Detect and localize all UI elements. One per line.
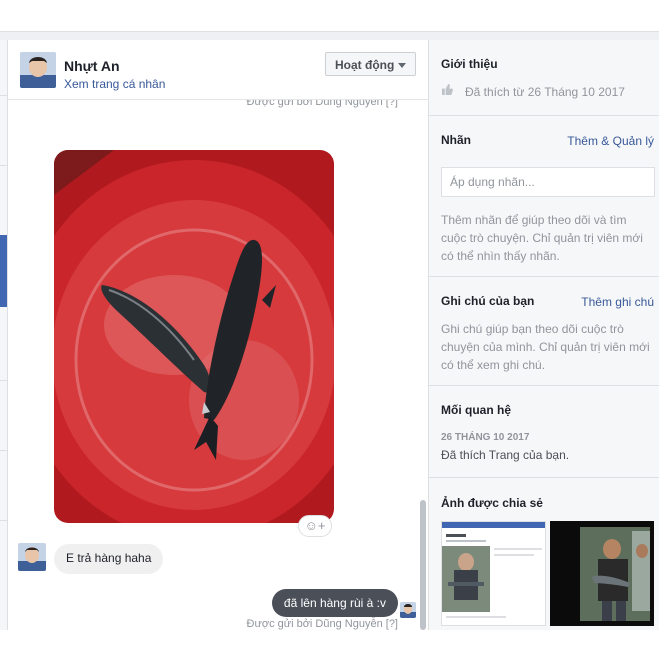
shared-photos-title: Ảnh được chia sẻ <box>441 496 543 510</box>
rail-divider <box>0 450 8 451</box>
view-profile-link[interactable]: Xem trang cá nhân <box>64 77 165 91</box>
apply-label-input[interactable] <box>441 167 655 197</box>
info-sidebar: Giới thiệu Đã thích từ 26 Tháng 10 2017 … <box>428 40 659 630</box>
rail-divider <box>0 380 8 381</box>
rail-divider <box>0 95 8 96</box>
relationship-title: Mối quan hệ <box>441 403 511 417</box>
sent-by-label: Được gửi bởi Dũng Nguyễn [?] <box>246 618 398 630</box>
bottom-area <box>0 630 659 659</box>
incoming-message-bubble[interactable]: E trả hàng haha <box>54 544 164 574</box>
intro-section: Giới thiệu Đã thích từ 26 Tháng 10 2017 <box>429 40 659 116</box>
add-note-link[interactable]: Thêm ghi chú <box>581 295 654 309</box>
conversation-panel: Được gửi bởi Dũng Nguyễn [?] ☺+ E trả hà… <box>8 40 428 630</box>
contact-avatar[interactable] <box>20 52 56 88</box>
notes-help-text: Ghi chú giúp bạn theo dõi cuộc trò chuyệ… <box>441 322 650 372</box>
avatar-image <box>18 543 46 571</box>
active-conversation-indicator <box>0 235 7 307</box>
screenshot-thumbnail-image <box>442 522 545 625</box>
intro-title: Giới thiệu <box>441 57 498 71</box>
avatar-image <box>20 52 56 88</box>
chat-scrollbar[interactable] <box>418 100 428 630</box>
conversation-list-rail[interactable] <box>0 40 8 630</box>
add-manage-labels-link[interactable]: Thêm & Quản lý <box>567 134 654 148</box>
status-dropdown[interactable]: Hoạt động <box>325 52 416 76</box>
relationship-text: Đã thích Trang của bạn. <box>441 448 570 462</box>
shared-photo-thumbnail[interactable] <box>441 521 546 626</box>
notes-title: Ghi chú của bạn <box>441 294 535 308</box>
shared-photo-fish[interactable] <box>54 150 334 523</box>
notes-section: Ghi chú của bạn Thêm ghi chú Ghi chú giú… <box>429 277 659 386</box>
liked-since-text: Đã thích từ 26 Tháng 10 2017 <box>465 85 625 99</box>
chevron-down-icon <box>398 63 406 68</box>
labels-help-text: Thêm nhãn để giúp theo dõi và tìm cuộc t… <box>441 213 643 263</box>
shared-photo-thumbnail[interactable] <box>550 521 654 626</box>
rail-divider <box>0 520 8 521</box>
outgoing-message-bubble[interactable]: đã lên hàng rùi à :v <box>271 589 398 617</box>
labels-title: Nhãn <box>441 133 471 147</box>
top-bar <box>0 0 659 32</box>
contact-name[interactable]: Nhựt An <box>64 58 120 74</box>
fish-photo <box>54 150 334 523</box>
read-receipt-avatar <box>400 602 416 618</box>
rail-divider <box>0 165 8 166</box>
scrollbar-thumb[interactable] <box>420 500 426 630</box>
status-dropdown-label: Hoạt động <box>335 58 395 72</box>
thumbs-up-icon <box>442 84 453 95</box>
contact-avatar[interactable] <box>18 543 46 571</box>
chat-header: Nhựt An Xem trang cá nhân Hoạt động <box>8 40 428 100</box>
relationship-date: 26 THÁNG 10 2017 <box>441 432 530 443</box>
avatar-image <box>400 602 416 618</box>
top-divider <box>0 32 659 40</box>
person-holding-fish-image <box>550 521 654 626</box>
labels-section: Nhãn Thêm & Quản lý Thêm nhãn để giúp th… <box>429 116 659 277</box>
add-reaction-icon[interactable]: ☺+ <box>298 515 332 537</box>
